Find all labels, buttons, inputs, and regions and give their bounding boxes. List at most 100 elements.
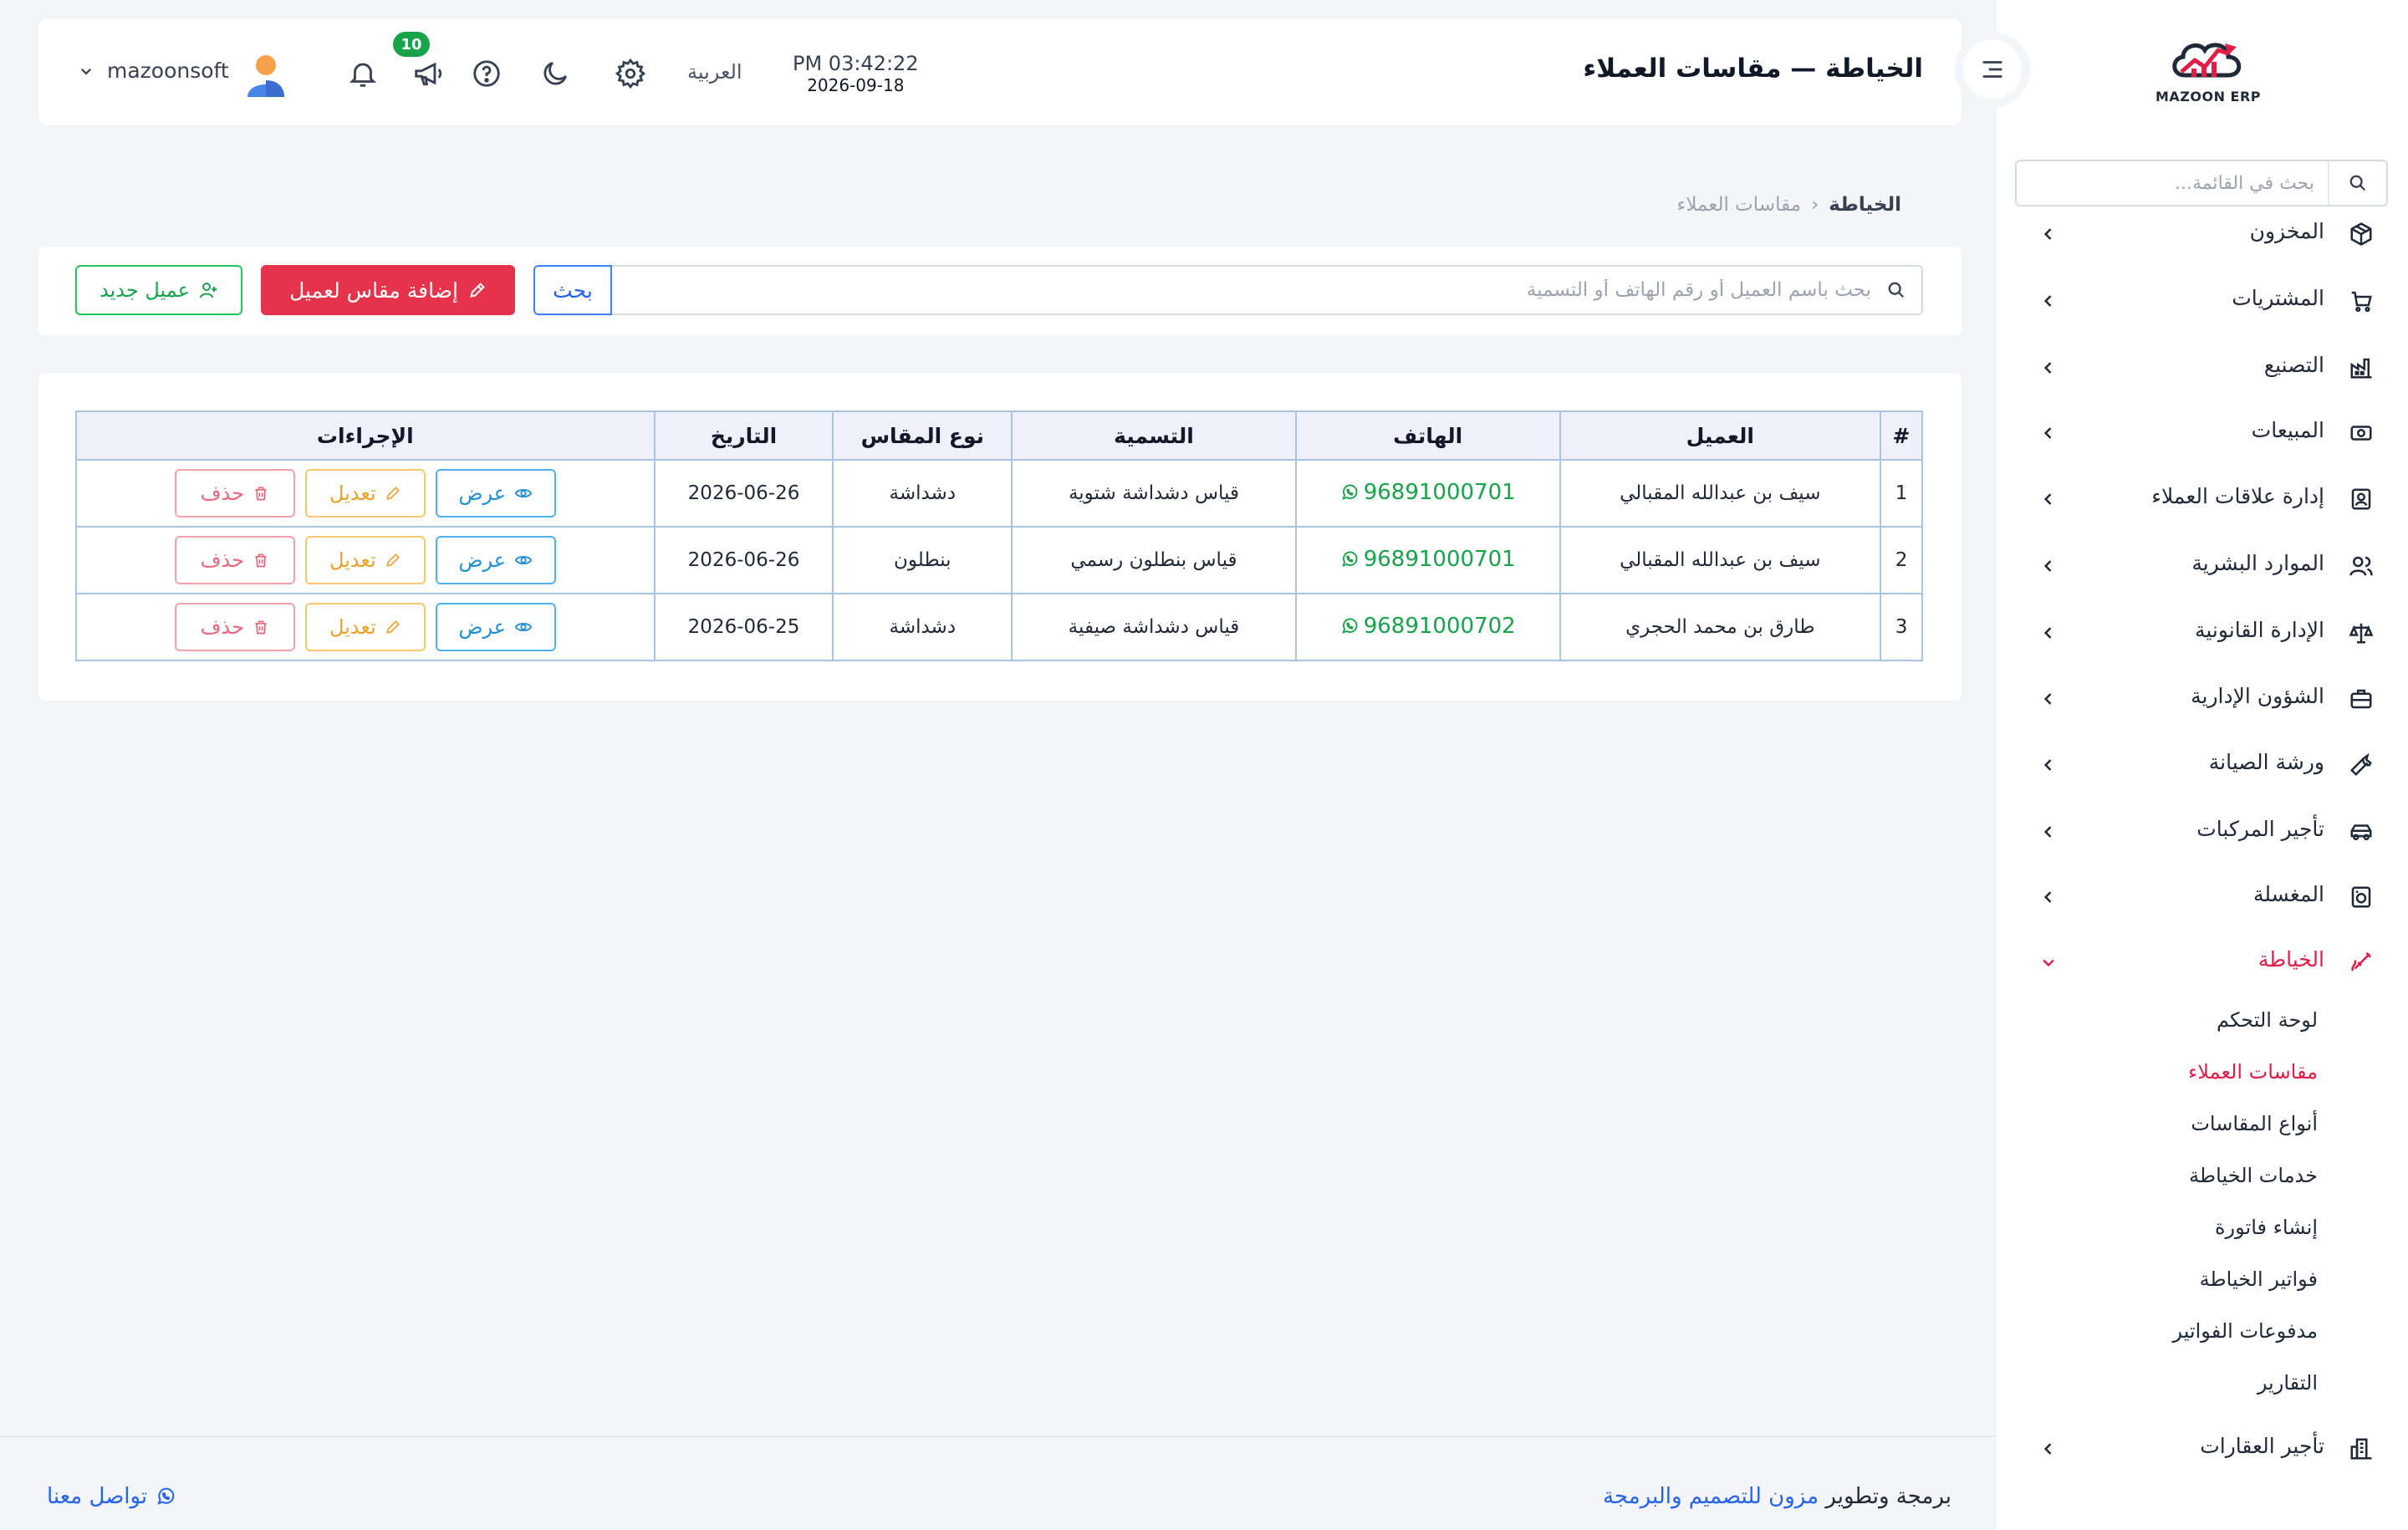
edit-button[interactable]: تعديل xyxy=(304,469,426,518)
menu-icon xyxy=(1982,61,2002,78)
column-header-phone[interactable]: الهاتف xyxy=(1294,411,1561,461)
sidebar-toggle-button[interactable] xyxy=(1955,32,2030,107)
washer-icon xyxy=(2348,884,2375,910)
chevron-left-icon xyxy=(2035,1436,2062,1462)
search-button[interactable]: بحث xyxy=(533,265,612,315)
column-header-date[interactable]: التاريخ xyxy=(653,411,834,461)
sidebar-item-crm[interactable]: إدارة علاقات العملاء xyxy=(1997,474,2408,524)
moon-icon[interactable] xyxy=(537,55,574,92)
table-row: 2 سيف بن عبدالله المقبالي 96891000701 قي… xyxy=(75,526,1923,594)
edit-button[interactable]: تعديل xyxy=(304,536,426,584)
sidebar-item-sales[interactable]: المبيعات xyxy=(1997,408,2408,458)
trash-icon xyxy=(255,553,267,568)
phone-number: 96891000702 xyxy=(1363,613,1516,639)
delete-button[interactable]: حذف xyxy=(174,603,295,651)
column-header-number[interactable]: # xyxy=(1880,411,1923,461)
whatsapp-icon xyxy=(157,1487,175,1505)
car-icon xyxy=(2348,819,2375,845)
view-button[interactable]: عرض xyxy=(435,536,556,584)
column-header-client[interactable]: العميل xyxy=(1559,411,1882,461)
sidebar-subitem-tailoring-services[interactable]: خدمات الخياطة xyxy=(2189,1164,2318,1187)
language-switcher[interactable]: العربية xyxy=(687,60,742,84)
whatsapp-link[interactable]: 96891000701 xyxy=(1340,480,1516,505)
notification-count-badge: 10 xyxy=(393,32,430,57)
add-measurement-button[interactable]: إضافة مقاس لعميل xyxy=(261,265,515,315)
sidebar-subitem-invoice-payments[interactable]: مدفوعات الفواتير xyxy=(2172,1319,2318,1343)
delete-label: حذف xyxy=(200,615,244,639)
avatar[interactable] xyxy=(246,52,286,97)
credit-brand-link[interactable]: مزون للتصميم والبرمجة xyxy=(1603,1484,1819,1509)
sidebar-item-purchases[interactable]: المشتريات xyxy=(1997,276,2408,326)
cell-date: 2026-06-26 xyxy=(653,526,834,594)
bell-icon[interactable] xyxy=(344,55,381,92)
cell-type: دشداشة xyxy=(832,593,1013,661)
sidebar-item-real-estate[interactable]: تأجير العقارات xyxy=(1997,1424,2408,1474)
top-header: الخياطة — مقاسات العملاء PM 03:42:22 202… xyxy=(38,18,1962,125)
sidebar-item-workshop[interactable]: ورشة الصيانة xyxy=(1997,740,2408,790)
pencil-icon xyxy=(385,553,400,567)
sidebar-subitem-dashboard[interactable]: لوحة التحكم xyxy=(2217,1008,2318,1032)
table-row: 1 سيف بن عبدالله المقبالي 96891000701 قي… xyxy=(75,459,1923,528)
search-input[interactable] xyxy=(612,279,1871,301)
sidebar-item-inventory[interactable]: المخزون xyxy=(1997,209,2408,259)
logo-text: MAZOON ERP xyxy=(2155,89,2262,105)
cell-phone: 96891000701 xyxy=(1294,526,1561,594)
search-field[interactable] xyxy=(612,265,1923,315)
sidebar-item-label: ورشة الصيانة xyxy=(2208,750,2324,774)
sidebar-subitem-customer-measurements[interactable]: مقاسات العملاء xyxy=(2188,1060,2318,1084)
cell-client: طارق بن محمد الحجري xyxy=(1559,593,1882,661)
cell-actions: حذف تعديل عرض xyxy=(75,526,656,594)
sidebar-subitem-reports[interactable]: التقارير xyxy=(2258,1371,2318,1395)
cell-phone: 96891000701 xyxy=(1294,459,1561,528)
chevron-down-icon[interactable] xyxy=(79,64,94,79)
cell-label: قياس بنطلون رسمي xyxy=(1011,526,1297,594)
whatsapp-link[interactable]: 96891000701 xyxy=(1340,547,1516,572)
sidebar-item-car-rental[interactable]: تأجير المركبات xyxy=(1997,807,2408,857)
eye-icon xyxy=(514,622,533,632)
cell-number: 1 xyxy=(1880,459,1923,528)
gear-icon[interactable] xyxy=(612,55,649,92)
megaphone-icon[interactable] xyxy=(410,55,446,92)
sidebar-subitem-measurement-types[interactable]: أنواع المقاسات xyxy=(2191,1112,2318,1135)
clock-date: 2026-09-18 xyxy=(807,75,905,95)
box-icon xyxy=(2348,221,2375,247)
sidebar-item-legal[interactable]: الإدارة القانونية xyxy=(1997,608,2408,658)
delete-label: حذف xyxy=(200,482,244,505)
whatsapp-link[interactable]: 96891000702 xyxy=(1340,614,1516,639)
chevron-left-icon xyxy=(2035,221,2062,247)
chevron-left-icon xyxy=(2035,288,2062,314)
edit-label: تعديل xyxy=(329,548,376,572)
column-header-type[interactable]: نوع المقاس xyxy=(832,411,1013,461)
column-header-label[interactable]: التسمية xyxy=(1011,411,1297,461)
briefcase-icon xyxy=(2348,686,2375,712)
trash-icon xyxy=(255,620,267,635)
delete-button[interactable]: حذف xyxy=(174,536,295,584)
help-icon[interactable] xyxy=(468,55,505,92)
logo: MAZOON ERP xyxy=(2154,35,2263,112)
chevron-left-icon xyxy=(2035,752,2062,778)
cell-date: 2026-06-26 xyxy=(653,459,834,528)
sidebar-item-tailoring[interactable]: الخياطة xyxy=(1997,937,2408,987)
sidebar-subitem-create-invoice[interactable]: إنشاء فاتورة xyxy=(2215,1216,2318,1239)
sidebar-search-input[interactable] xyxy=(2017,172,2328,194)
contact-us-link[interactable]: تواصل معنا xyxy=(47,1484,176,1509)
chevron-left-icon xyxy=(2035,620,2062,646)
eye-icon xyxy=(514,488,533,498)
view-button[interactable]: عرض xyxy=(435,603,556,651)
cell-type: بنطلون xyxy=(832,526,1013,594)
chevron-left-icon xyxy=(2035,420,2062,446)
sidebar-item-hr[interactable]: الموارد البشرية xyxy=(1997,541,2408,591)
sidebar-item-admin-affairs[interactable]: الشؤون الإدارية xyxy=(1997,674,2408,724)
view-button[interactable]: عرض xyxy=(435,469,556,518)
edit-label: تعديل xyxy=(329,482,376,505)
sidebar-item-laundry[interactable]: المغسلة xyxy=(1997,872,2408,922)
whatsapp-icon xyxy=(1341,551,1358,567)
edit-button[interactable]: تعديل xyxy=(304,603,426,651)
sidebar-search[interactable] xyxy=(2015,160,2388,207)
sidebar-subitem-tailoring-invoices[interactable]: فواتير الخياطة xyxy=(2200,1267,2318,1291)
sidebar-item-manufacturing[interactable]: التصنيع xyxy=(1997,343,2408,393)
username[interactable]: mazoonsoft xyxy=(107,59,229,83)
delete-button[interactable]: حذف xyxy=(174,469,295,518)
new-client-button[interactable]: عميل جديد xyxy=(75,265,242,315)
breadcrumb-home[interactable]: الخياطة xyxy=(1829,194,1901,216)
